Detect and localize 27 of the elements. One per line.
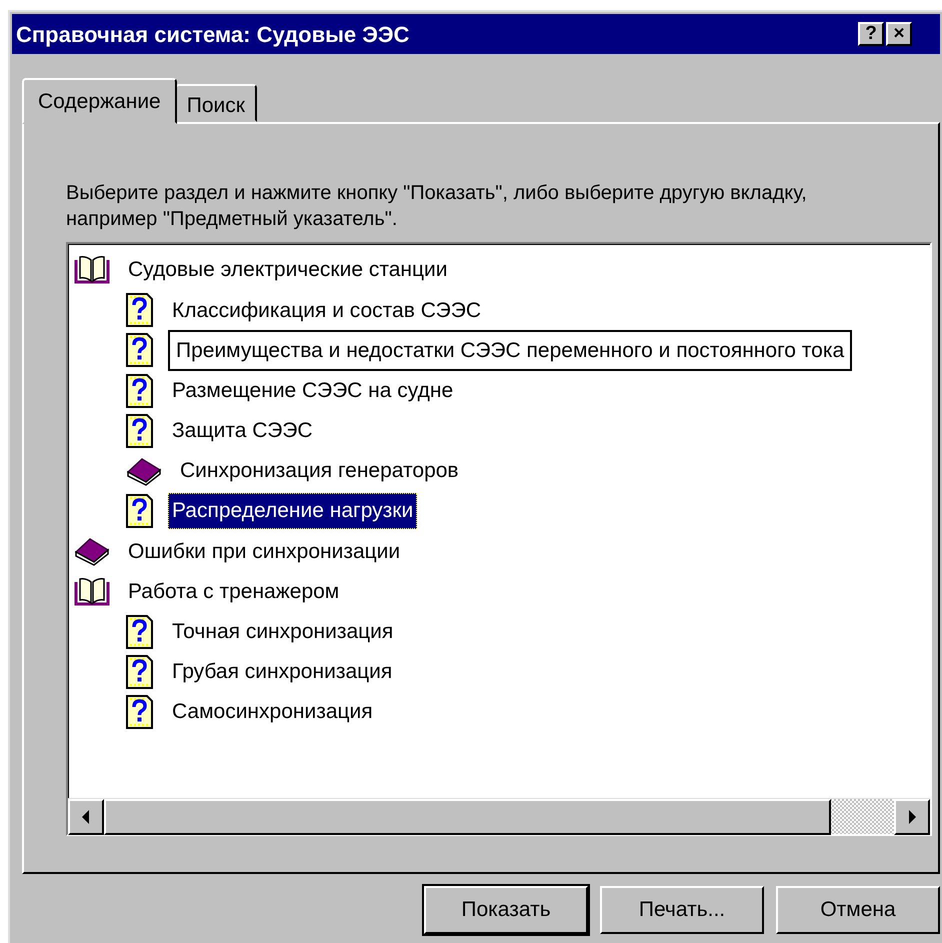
scroll-right-button[interactable] [894,799,930,835]
tree-item[interactable]: Грубая синхронизация [168,654,396,690]
right-arrow-icon [908,810,916,824]
tree-item[interactable]: Ошибки при синхронизации [124,534,404,570]
horizontal-scrollbar[interactable] [68,798,930,834]
tooltip[interactable]: Преимущества и недостатки СЭЭС переменного и постоянного тока [168,330,852,372]
dialog-button[interactable]: Печать... [600,886,764,934]
scroll-left-button[interactable] [68,799,104,835]
dialog-button[interactable]: Отмена [776,886,940,934]
instruction-text: Выберите раздел и нажмите кнопку "Показать", либо выберите другую вкладку, например "Предметный указатель". [66,181,808,232]
tab[interactable]: Содержание [22,78,177,124]
tree-item[interactable]: Защита СЭЭС [168,413,317,449]
tree-item[interactable]: Распределение нагрузки [168,493,418,529]
dialog-button[interactable]: Показать [424,886,588,934]
tree-item[interactable]: Размещение СЭЭС на судне [168,372,458,408]
tree-item[interactable]: Синхронизация генераторов [176,453,463,489]
tree-item[interactable]: Судовые электрические станции [124,252,452,288]
tree-item[interactable]: Точная синхронизация [168,614,398,650]
tree-item[interactable]: Самосинхронизация [168,694,377,730]
tree-item[interactable]: Работа с тренажером [124,574,344,610]
window-title: Справочная система: Судовые ЭЭС [16,20,410,49]
tree-item[interactable]: Классификация и состав СЭЭС [168,292,486,328]
scrollbar-thumb[interactable] [104,799,831,835]
help-button[interactable]: ? [858,22,884,46]
close-button[interactable]: × [886,22,912,46]
left-arrow-icon [82,810,90,824]
tab[interactable]: Поиск [174,84,257,122]
